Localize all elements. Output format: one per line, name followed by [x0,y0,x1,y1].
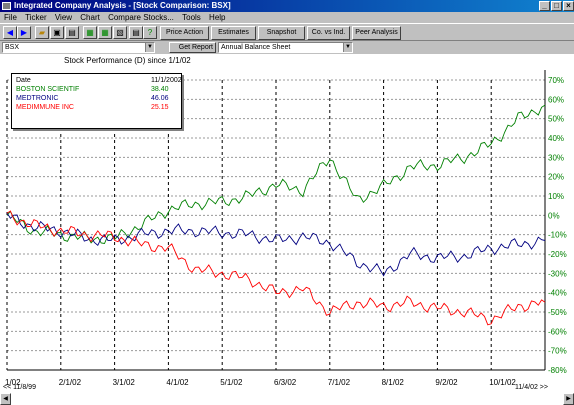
y-tick-label: 40% [548,134,564,143]
x-tick-label: 6/3/02 [274,378,297,387]
x-tick-label: 2/1/02 [59,378,82,387]
range-end-link[interactable]: 11/4/02 >> [515,384,548,391]
legend-series-name: MEDTRONIC [16,95,59,102]
back-arrow-icon[interactable]: ◀ [3,26,17,39]
y-tick-label: 70% [548,76,564,85]
menu-compare-stocks[interactable]: Compare Stocks... [108,13,174,22]
get-report-label: Get Report [178,44,213,51]
forward-arrow-icon[interactable]: ▶ [17,26,31,39]
y-tick-label: -80% [548,366,567,375]
close-button[interactable]: × [563,1,574,11]
x-tick-label: 8/1/02 [382,378,405,387]
y-tick-label: 50% [548,115,564,124]
open-folder-icon[interactable]: ▰ [35,26,49,39]
x-tick-label: 10/1/02 [489,378,516,387]
copy-icon[interactable]: ▧ [113,26,127,39]
legend-series-value: 25.15 [151,104,169,111]
print-preview-icon[interactable]: ▤ [129,26,143,39]
x-tick-label: 5/1/02 [220,378,243,387]
x-tick-label: 3/1/02 [113,378,136,387]
menu-tools[interactable]: Tools [182,13,201,22]
snapshot-button[interactable]: Snapshot [258,26,305,40]
ticker-combo[interactable]: BSX ▼ [2,42,155,53]
y-tick-label: 10% [548,192,564,201]
scroll-left-icon[interactable]: ◀ [0,393,11,405]
peer-analysis-button[interactable]: Peer Analysis [352,26,401,40]
status-bar: << 11/8/99 11/4/02 >> ◀ ▶ [0,384,574,405]
x-tick-label: 9/2/02 [435,378,458,387]
chart-legend: Date 11/1/2002 BOSTON SCIENTIF 38.40 MED… [11,73,182,129]
y-tick-label: 20% [548,173,564,182]
menu-ticker[interactable]: Ticker [25,13,46,22]
estimates-button[interactable]: Estimates [211,26,256,40]
window-title-bar: Integrated Company Analysis - [Stock Com… [0,0,574,12]
ticker-value: BSX [5,44,20,51]
legend-date-label: Date [16,77,31,84]
y-tick-label: -10% [548,231,567,240]
menu-chart[interactable]: Chart [80,13,100,22]
get-report-button[interactable]: Get Report [169,42,216,53]
help-icon[interactable]: ? [143,26,157,39]
co-vs-ind-button[interactable]: Co. vs Ind. [307,26,350,40]
legend-row-medimmune: MEDIMMUNE INC 25.15 [16,103,179,112]
x-tick-label: 4/1/02 [166,378,189,387]
legend-series-name: MEDIMMUNE INC [16,104,74,111]
menu-bar: File Ticker View Chart Compare Stocks...… [0,12,574,23]
legend-header-row: Date 11/1/2002 [16,76,182,85]
app-icon [2,2,11,10]
y-tick-label: 30% [548,153,564,162]
legend-series-name: BOSTON SCIENTIF [16,86,80,93]
legend-series-value: 38.40 [151,86,169,93]
range-start-link[interactable]: << 11/8/99 [3,384,36,391]
minimize-button[interactable]: _ [539,1,550,11]
legend-series-value: 46.06 [151,95,169,102]
y-tick-label: -40% [548,289,567,298]
stock-performance-chart[interactable]: Stock Performance (D) since 1/1/02 70% 60… [0,54,574,393]
legend-row-boston-scientific: BOSTON SCIENTIF 38.40 [16,85,179,94]
report-type-value: Annual Balance Sheet [221,44,291,51]
y-tick-label: -60% [548,327,567,336]
menu-help[interactable]: Help [209,13,225,22]
toolbar: ◀ ▶ ▰ ▣ ▤ ▦ ▦ ▧ ▤ ? Price Action Estimat… [0,23,574,41]
report-row: BSX ▼ Get Report Annual Balance Sheet ▼ [0,41,574,54]
y-tick-label: -20% [548,250,567,259]
menu-view[interactable]: View [55,13,72,22]
scroll-right-icon[interactable]: ▶ [563,393,574,405]
x-tick-label: 7/1/02 [328,378,351,387]
legend-date-value: 11/1/2002 [151,77,182,84]
legend-row-medtronic: MEDTRONIC 46.06 [16,94,179,103]
y-tick-label: 0% [548,211,560,220]
chart-icon[interactable]: ▦ [83,26,97,39]
y-tick-label: 60% [548,95,564,104]
y-tick-label: -50% [548,308,567,317]
menu-file[interactable]: File [4,13,17,22]
report-type-select[interactable]: Annual Balance Sheet ▼ [218,42,353,53]
print-icon[interactable]: ▤ [65,26,79,39]
y-tick-label: -70% [548,347,567,356]
table-icon[interactable]: ▦ [98,26,112,39]
y-tick-label: -30% [548,269,567,278]
maximize-button[interactable]: □ [551,1,562,11]
chevron-down-icon[interactable]: ▼ [145,43,154,52]
save-icon[interactable]: ▣ [50,26,64,39]
window-title: Integrated Company Analysis - [Stock Com… [14,1,231,10]
chevron-down-icon[interactable]: ▼ [343,43,352,52]
price-action-button[interactable]: Price Action [160,26,209,40]
